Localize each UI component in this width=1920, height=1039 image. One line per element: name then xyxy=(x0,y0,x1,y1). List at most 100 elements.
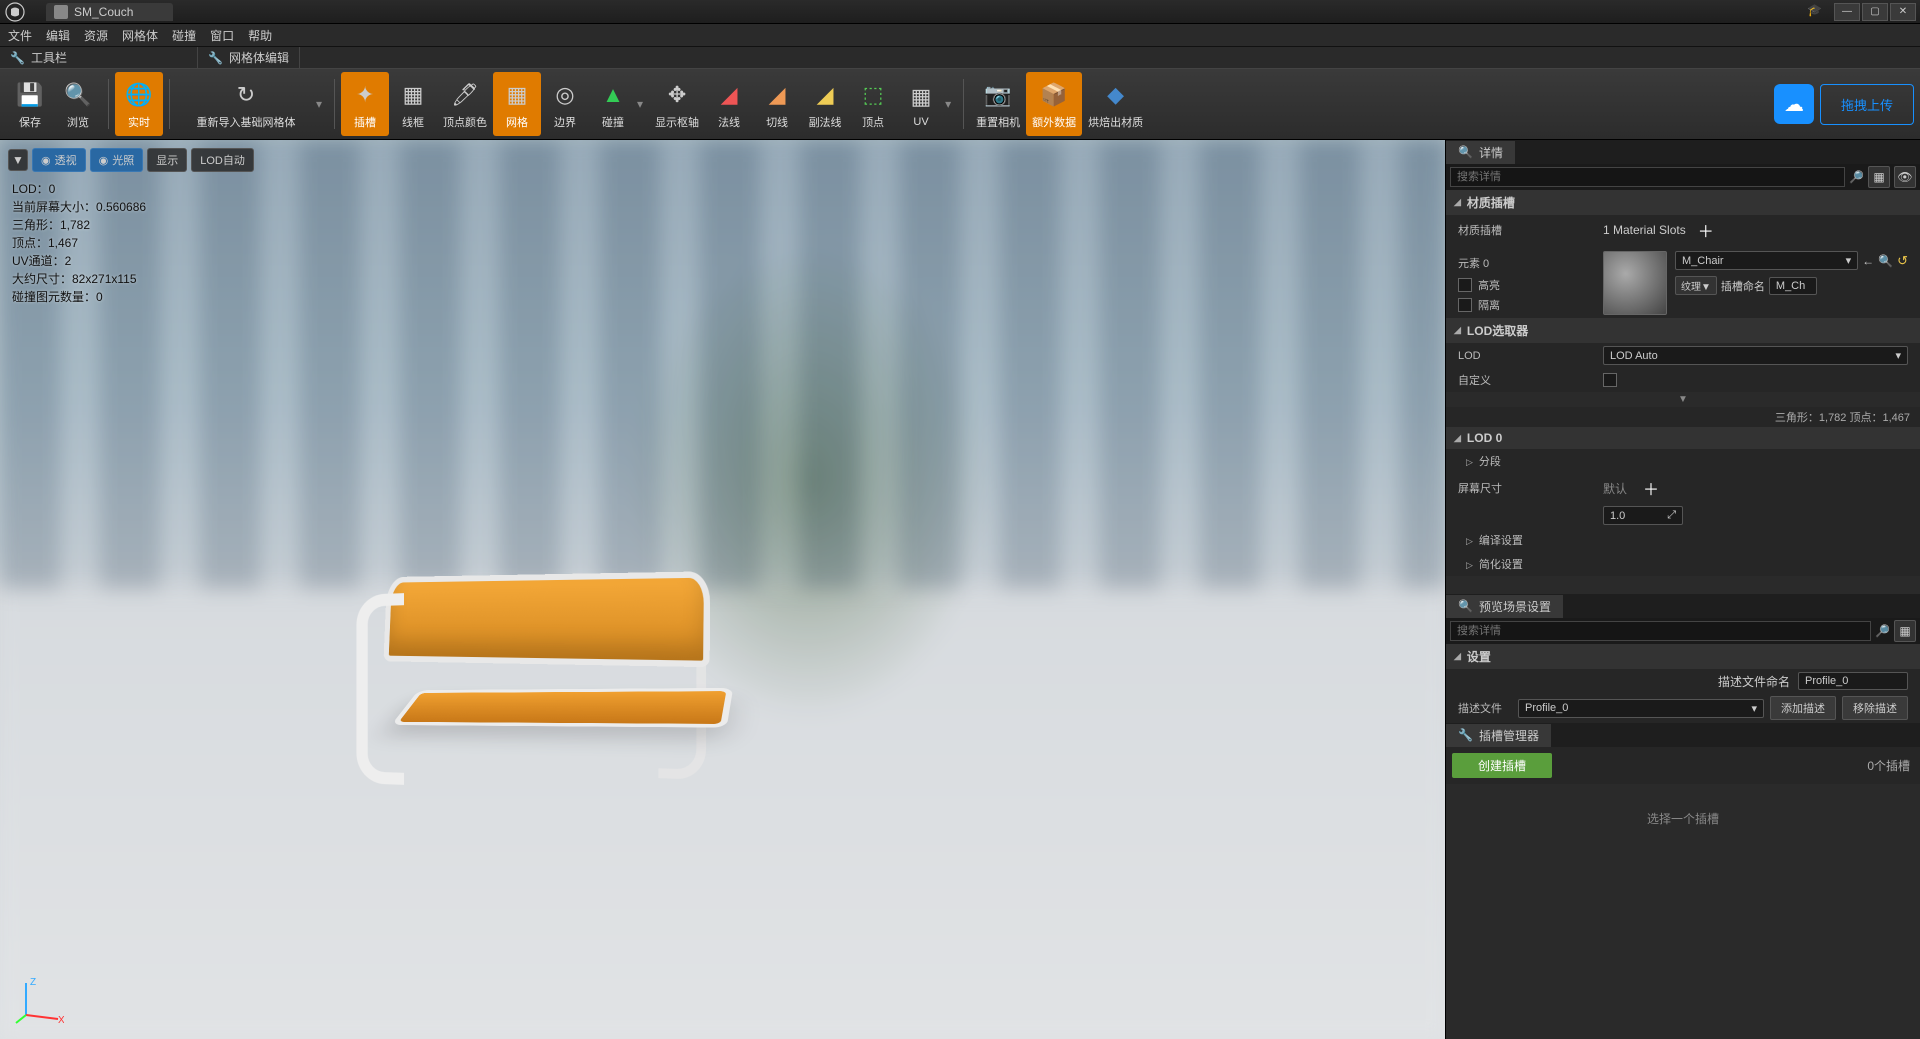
bounds-button[interactable]: ◎边界 xyxy=(541,72,589,136)
profile-combo[interactable]: Profile_0▾ xyxy=(1518,699,1764,718)
menu-collision[interactable]: 碰撞 xyxy=(172,27,196,44)
normals-icon: ◢ xyxy=(713,79,745,111)
sockets-button[interactable]: ✦插槽 xyxy=(341,72,389,136)
uv-button[interactable]: ▦UV xyxy=(897,72,945,136)
screen-size-field[interactable]: 1.0⤢ xyxy=(1603,506,1683,525)
screen-size-row: 屏幕尺寸 默认 ＋ xyxy=(1446,473,1920,503)
extra-data-button[interactable]: 📦额外数据 xyxy=(1026,72,1082,136)
isolate-label: 隔离 xyxy=(1478,297,1500,313)
material-slots-header[interactable]: 材质插槽 xyxy=(1446,190,1920,215)
vertices-button[interactable]: ⬚顶点 xyxy=(849,72,897,136)
details-search-input[interactable] xyxy=(1450,167,1845,187)
details-search-row: 🔎 ▦ 👁 xyxy=(1446,164,1920,190)
wireframe-button[interactable]: ▦线框 xyxy=(389,72,437,136)
preview-tab-bar: 🔍 预览场景设置 xyxy=(1446,594,1920,618)
bake-material-button[interactable]: ◆烘焙出材质 xyxy=(1082,72,1149,136)
window-tab[interactable]: SM_Couch xyxy=(46,3,173,21)
slot-name-field[interactable]: M_Ch xyxy=(1769,277,1817,295)
reduce-settings-header[interactable]: 简化设置 xyxy=(1446,552,1920,576)
find-in-browser-icon[interactable]: 🔍 xyxy=(1878,254,1893,268)
preview-search-input[interactable] xyxy=(1450,621,1871,641)
menu-edit[interactable]: 编辑 xyxy=(46,27,70,44)
material-thumbnail[interactable] xyxy=(1603,251,1667,315)
profile-name-label: 描述文件命名 xyxy=(1718,673,1790,690)
binormals-button[interactable]: ◢副法线 xyxy=(801,72,849,136)
lod-auto-button[interactable]: LOD自动 xyxy=(191,148,254,172)
highlight-checkbox[interactable] xyxy=(1458,278,1472,292)
menu-file[interactable]: 文件 xyxy=(8,27,32,44)
socket-icon: ✦ xyxy=(349,79,381,111)
matrix-view-icon[interactable]: ▦ xyxy=(1894,620,1916,642)
realtime-button[interactable]: 🌐实时 xyxy=(115,72,163,136)
dropdown-arrow-icon[interactable]: ▾ xyxy=(945,97,951,111)
axis-gizmo[interactable]: Z X xyxy=(14,975,64,1025)
toolbar-divider xyxy=(334,79,335,129)
build-settings-header[interactable]: 编译设置 xyxy=(1446,528,1920,552)
socket-tab-bar: 🔧 插槽管理器 xyxy=(1446,723,1920,747)
add-material-slot-button[interactable]: ＋ xyxy=(1692,218,1720,242)
menu-window[interactable]: 窗口 xyxy=(210,27,234,44)
stat-triangles: 三角形：1,782 xyxy=(12,216,146,234)
texture-button[interactable]: 纹理▼ xyxy=(1675,276,1717,295)
save-button[interactable]: 💾保存 xyxy=(6,72,54,136)
dropdown-arrow-icon[interactable]: ▾ xyxy=(316,97,322,111)
maximize-button[interactable]: ▢ xyxy=(1862,3,1888,21)
use-selected-icon[interactable]: ← xyxy=(1862,254,1874,268)
menu-asset[interactable]: 资源 xyxy=(84,27,108,44)
search-icon[interactable]: 🔎 xyxy=(1875,624,1890,638)
grid-button[interactable]: ▦网格 xyxy=(493,72,541,136)
minimize-button[interactable]: — xyxy=(1834,3,1860,21)
menu-mesh[interactable]: 网格体 xyxy=(122,27,158,44)
extra-data-icon: 📦 xyxy=(1038,79,1070,111)
lod-custom-checkbox[interactable] xyxy=(1603,373,1617,387)
close-button[interactable]: ✕ xyxy=(1890,3,1916,21)
search-icon[interactable]: 🔎 xyxy=(1849,170,1864,184)
material-element-row: 元素 0 高亮 隔离 M_Chair▾ ← 🔍 ↺ 纹理▼ 插槽命名 xyxy=(1446,245,1920,318)
upload-label: 拖拽上传 xyxy=(1820,84,1914,125)
profile-row: 描述文件 Profile_0▾ 添加描述 移除描述 xyxy=(1446,693,1920,723)
browse-button[interactable]: 🔍浏览 xyxy=(54,72,102,136)
perspective-button[interactable]: ◉ 透视 xyxy=(32,148,86,172)
vertex-color-button[interactable]: 🖊顶点颜色 xyxy=(437,72,493,136)
sections-header[interactable]: 分段 xyxy=(1446,449,1920,473)
normals-button[interactable]: ◢法线 xyxy=(705,72,753,136)
camera-icon: 📷 xyxy=(982,79,1014,111)
profile-name-field[interactable]: Profile_0 xyxy=(1798,672,1908,690)
settings-header[interactable]: 设置 xyxy=(1446,644,1920,669)
socket-tab[interactable]: 🔧 插槽管理器 xyxy=(1446,724,1551,747)
add-profile-button[interactable]: 添加描述 xyxy=(1770,696,1836,720)
collision-button[interactable]: ▲碰撞 xyxy=(589,72,637,136)
upload-button[interactable]: ☁ 拖拽上传 xyxy=(1774,84,1914,125)
pivot-button[interactable]: ✥显示枢轴 xyxy=(649,72,705,136)
expand-more-button[interactable]: ▼ xyxy=(1446,392,1920,407)
viewport[interactable]: ▼ ◉ 透视 ◉ 光照 显示 LOD自动 LOD：0 当前屏幕大小：0.5606… xyxy=(0,140,1445,1039)
create-socket-button[interactable]: 创建插槽 xyxy=(1452,753,1552,778)
academic-cap-icon[interactable]: 🎓 xyxy=(1807,3,1822,21)
matrix-view-icon[interactable]: ▦ xyxy=(1868,166,1890,188)
lod0-header[interactable]: LOD 0 xyxy=(1446,427,1920,449)
mesh-edit-label: 网格体编辑 xyxy=(229,49,289,66)
lod-combo[interactable]: LOD Auto▾ xyxy=(1603,346,1908,365)
show-button[interactable]: 显示 xyxy=(147,148,187,172)
lod-picker-header[interactable]: LOD选取器 xyxy=(1446,318,1920,343)
reset-icon[interactable]: ↺ xyxy=(1897,253,1908,269)
isolate-checkbox[interactable] xyxy=(1458,298,1472,312)
menu-help[interactable]: 帮助 xyxy=(248,27,272,44)
preview-tab[interactable]: 🔍 预览场景设置 xyxy=(1446,595,1563,618)
stat-approx-size: 大约尺寸：82x271x115 xyxy=(12,270,146,288)
lod-custom-row: 自定义 xyxy=(1446,368,1920,392)
eye-icon[interactable]: 👁 xyxy=(1894,166,1916,188)
lit-button[interactable]: ◉ 光照 xyxy=(90,148,144,172)
toolbar-header: 🔧 工具栏 🔧 网格体编辑 xyxy=(0,46,1920,68)
viewport-options-dropdown[interactable]: ▼ xyxy=(8,149,28,171)
wrench-icon: 🔧 xyxy=(10,51,25,65)
dropdown-arrow-icon[interactable]: ▾ xyxy=(637,97,643,111)
tangents-button[interactable]: ◢切线 xyxy=(753,72,801,136)
reimport-button[interactable]: ↻重新导入基础网格体 xyxy=(176,72,316,136)
material-slots-label: 材质插槽 xyxy=(1458,222,1603,238)
details-tab[interactable]: 🔍 详情 xyxy=(1446,141,1515,164)
add-screen-size-button[interactable]: ＋ xyxy=(1637,476,1665,500)
reset-camera-button[interactable]: 📷重置相机 xyxy=(970,72,1026,136)
material-combo[interactable]: M_Chair▾ xyxy=(1675,251,1858,270)
remove-profile-button[interactable]: 移除描述 xyxy=(1842,696,1908,720)
